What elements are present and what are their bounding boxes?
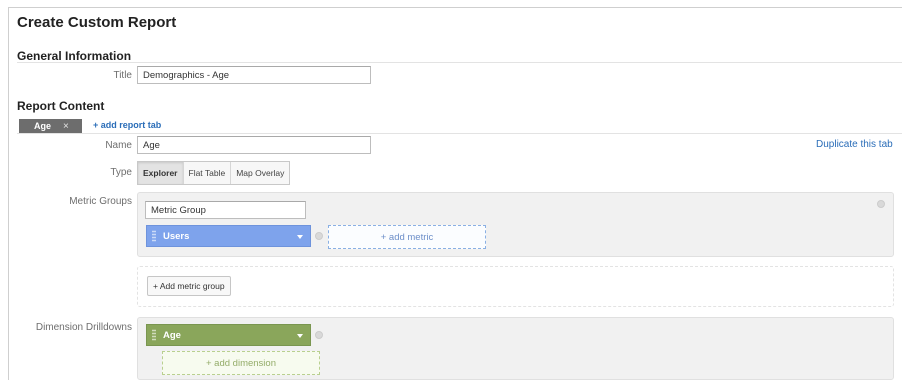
type-label: Type — [110, 167, 132, 178]
type-map-overlay-button[interactable]: Map Overlay — [231, 162, 290, 184]
report-tab-label: Age — [34, 121, 52, 131]
name-label: Name — [105, 140, 132, 151]
add-report-tab-link[interactable]: + add report tab — [93, 120, 161, 130]
close-icon[interactable] — [877, 200, 885, 208]
chevron-down-icon[interactable] — [297, 235, 303, 239]
add-metric-group-area — [137, 266, 894, 307]
type-flat-table-button[interactable]: Flat Table — [183, 162, 232, 184]
section-report-content: Report Content — [17, 99, 105, 113]
duplicate-tab-link[interactable]: Duplicate this tab — [816, 139, 893, 150]
chevron-down-icon[interactable] — [297, 334, 303, 338]
title-label: Title — [113, 70, 132, 81]
section-general-information: General Information — [17, 49, 132, 63]
name-field[interactable]: Age — [137, 136, 371, 154]
add-metric-button[interactable]: + add metric — [328, 225, 486, 249]
page-title: Create Custom Report — [17, 14, 177, 31]
report-type-selector: Explorer Flat Table Map Overlay — [137, 161, 291, 185]
dimension-age-label: Age — [163, 329, 181, 341]
metric-group-name-field[interactable]: Metric Group — [145, 201, 306, 219]
close-icon[interactable] — [315, 331, 323, 339]
report-tab-age[interactable]: Age × — [19, 119, 82, 133]
type-explorer-button[interactable]: Explorer — [138, 162, 184, 184]
add-dimension-button[interactable]: + add dimension — [162, 351, 320, 375]
drag-handle-icon[interactable] — [152, 329, 156, 341]
close-icon[interactable]: × — [63, 121, 69, 132]
close-icon[interactable] — [315, 232, 323, 240]
add-metric-group-button[interactable]: + Add metric group — [147, 276, 231, 296]
metric-users-pill[interactable]: Users — [146, 225, 311, 247]
title-field[interactable]: Demographics - Age — [137, 66, 371, 84]
metric-groups-label: Metric Groups — [69, 196, 132, 207]
divider — [17, 62, 902, 63]
divider — [17, 133, 902, 134]
dimension-age-pill[interactable]: Age — [146, 324, 311, 346]
metric-users-label: Users — [163, 230, 190, 242]
dimension-drilldowns-label: Dimension Drilldowns — [35, 322, 132, 333]
drag-handle-icon[interactable] — [152, 230, 156, 242]
